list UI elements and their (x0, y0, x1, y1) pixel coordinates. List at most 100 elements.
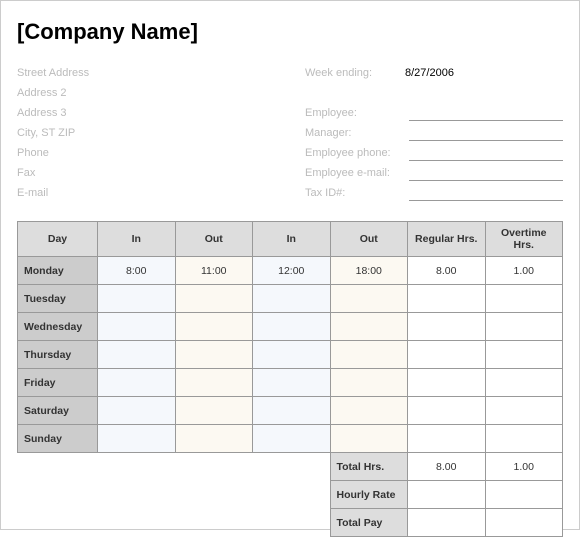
out2-cell[interactable]: 18:00 (330, 257, 408, 285)
address-block: Street Address Address 2 Address 3 City,… (17, 63, 275, 203)
total-hrs-ot: 1.00 (485, 453, 563, 481)
tax-id-label: Tax ID#: (305, 187, 405, 199)
table-row: Wednesday (18, 313, 563, 341)
ot-hrs-cell: 1.00 (485, 257, 563, 285)
out1-cell[interactable]: 11:00 (175, 257, 253, 285)
total-hrs-row: Total Hrs. 8.00 1.00 (18, 453, 563, 481)
reg-hrs-cell: 8.00 (408, 257, 486, 285)
out1-cell[interactable] (175, 313, 253, 341)
phone: Phone (17, 143, 275, 163)
day-cell: Wednesday (18, 313, 98, 341)
col-out1: Out (175, 222, 253, 257)
in1-cell[interactable] (98, 285, 176, 313)
address-3: Address 3 (17, 103, 275, 123)
ot-hrs-cell (485, 285, 563, 313)
in1-cell[interactable] (98, 313, 176, 341)
in2-cell[interactable] (253, 425, 331, 453)
col-regular-hrs: Regular Hrs. (408, 222, 486, 257)
col-in1: In (98, 222, 176, 257)
hourly-rate-reg[interactable] (408, 481, 486, 509)
out2-cell[interactable] (330, 341, 408, 369)
address-2: Address 2 (17, 83, 275, 103)
tax-id-field[interactable] (409, 185, 563, 201)
emp-phone-label: Employee phone: (305, 147, 405, 159)
in2-cell[interactable] (253, 285, 331, 313)
company-name-title: [Company Name] (17, 19, 563, 45)
day-cell: Thursday (18, 341, 98, 369)
day-cell: Tuesday (18, 285, 98, 313)
total-hrs-label: Total Hrs. (330, 453, 408, 481)
in2-cell[interactable] (253, 313, 331, 341)
out1-cell[interactable] (175, 369, 253, 397)
city-st-zip: City, ST ZIP (17, 123, 275, 143)
hourly-rate-label: Hourly Rate (330, 481, 408, 509)
ot-hrs-cell (485, 397, 563, 425)
day-cell: Sunday (18, 425, 98, 453)
reg-hrs-cell (408, 397, 486, 425)
in1-cell[interactable]: 8:00 (98, 257, 176, 285)
out1-cell[interactable] (175, 285, 253, 313)
manager-label: Manager: (305, 127, 405, 139)
in2-cell[interactable] (253, 369, 331, 397)
table-row: Friday (18, 369, 563, 397)
street-address: Street Address (17, 63, 275, 83)
ot-hrs-cell (485, 369, 563, 397)
in1-cell[interactable] (98, 341, 176, 369)
table-row: Tuesday (18, 285, 563, 313)
total-pay-reg (408, 509, 486, 537)
manager-field[interactable] (409, 125, 563, 141)
out1-cell[interactable] (175, 397, 253, 425)
reg-hrs-cell (408, 369, 486, 397)
table-row: Monday8:0011:0012:0018:008.001.00 (18, 257, 563, 285)
employee-field[interactable] (409, 105, 563, 121)
day-cell: Monday (18, 257, 98, 285)
col-day: Day (18, 222, 98, 257)
out2-cell[interactable] (330, 313, 408, 341)
in2-cell[interactable]: 12:00 (253, 257, 331, 285)
out2-cell[interactable] (330, 369, 408, 397)
out1-cell[interactable] (175, 425, 253, 453)
total-pay-ot (485, 509, 563, 537)
meta-block: Week ending: 8/27/2006 Employee: Manager… (305, 63, 563, 203)
reg-hrs-cell (408, 341, 486, 369)
reg-hrs-cell (408, 285, 486, 313)
in2-cell[interactable] (253, 341, 331, 369)
out2-cell[interactable] (330, 397, 408, 425)
in1-cell[interactable] (98, 369, 176, 397)
col-overtime-hrs: Overtime Hrs. (485, 222, 563, 257)
reg-hrs-cell (408, 313, 486, 341)
table-header-row: Day In Out In Out Regular Hrs. Overtime … (18, 222, 563, 257)
ot-hrs-cell (485, 425, 563, 453)
emp-email-label: Employee e-mail: (305, 167, 405, 179)
emp-phone-field[interactable] (409, 145, 563, 161)
emp-email-field[interactable] (409, 165, 563, 181)
in1-cell[interactable] (98, 425, 176, 453)
col-in2: In (253, 222, 331, 257)
ot-hrs-cell (485, 313, 563, 341)
out2-cell[interactable] (330, 285, 408, 313)
day-cell: Friday (18, 369, 98, 397)
out1-cell[interactable] (175, 341, 253, 369)
total-pay-label: Total Pay (330, 509, 408, 537)
employee-label: Employee: (305, 107, 405, 119)
reg-hrs-cell (408, 425, 486, 453)
email: E-mail (17, 183, 275, 203)
week-ending-value: 8/27/2006 (405, 67, 563, 79)
table-row: Saturday (18, 397, 563, 425)
day-cell: Saturday (18, 397, 98, 425)
hourly-rate-ot[interactable] (485, 481, 563, 509)
week-ending-label: Week ending: (305, 67, 405, 79)
col-out2: Out (330, 222, 408, 257)
table-row: Thursday (18, 341, 563, 369)
total-pay-row: Total Pay (18, 509, 563, 537)
in1-cell[interactable] (98, 397, 176, 425)
out2-cell[interactable] (330, 425, 408, 453)
table-row: Sunday (18, 425, 563, 453)
ot-hrs-cell (485, 341, 563, 369)
total-hrs-reg: 8.00 (408, 453, 486, 481)
hourly-rate-row: Hourly Rate (18, 481, 563, 509)
timesheet-table: Day In Out In Out Regular Hrs. Overtime … (17, 221, 563, 537)
in2-cell[interactable] (253, 397, 331, 425)
header-section: Street Address Address 2 Address 3 City,… (17, 63, 563, 203)
fax: Fax (17, 163, 275, 183)
